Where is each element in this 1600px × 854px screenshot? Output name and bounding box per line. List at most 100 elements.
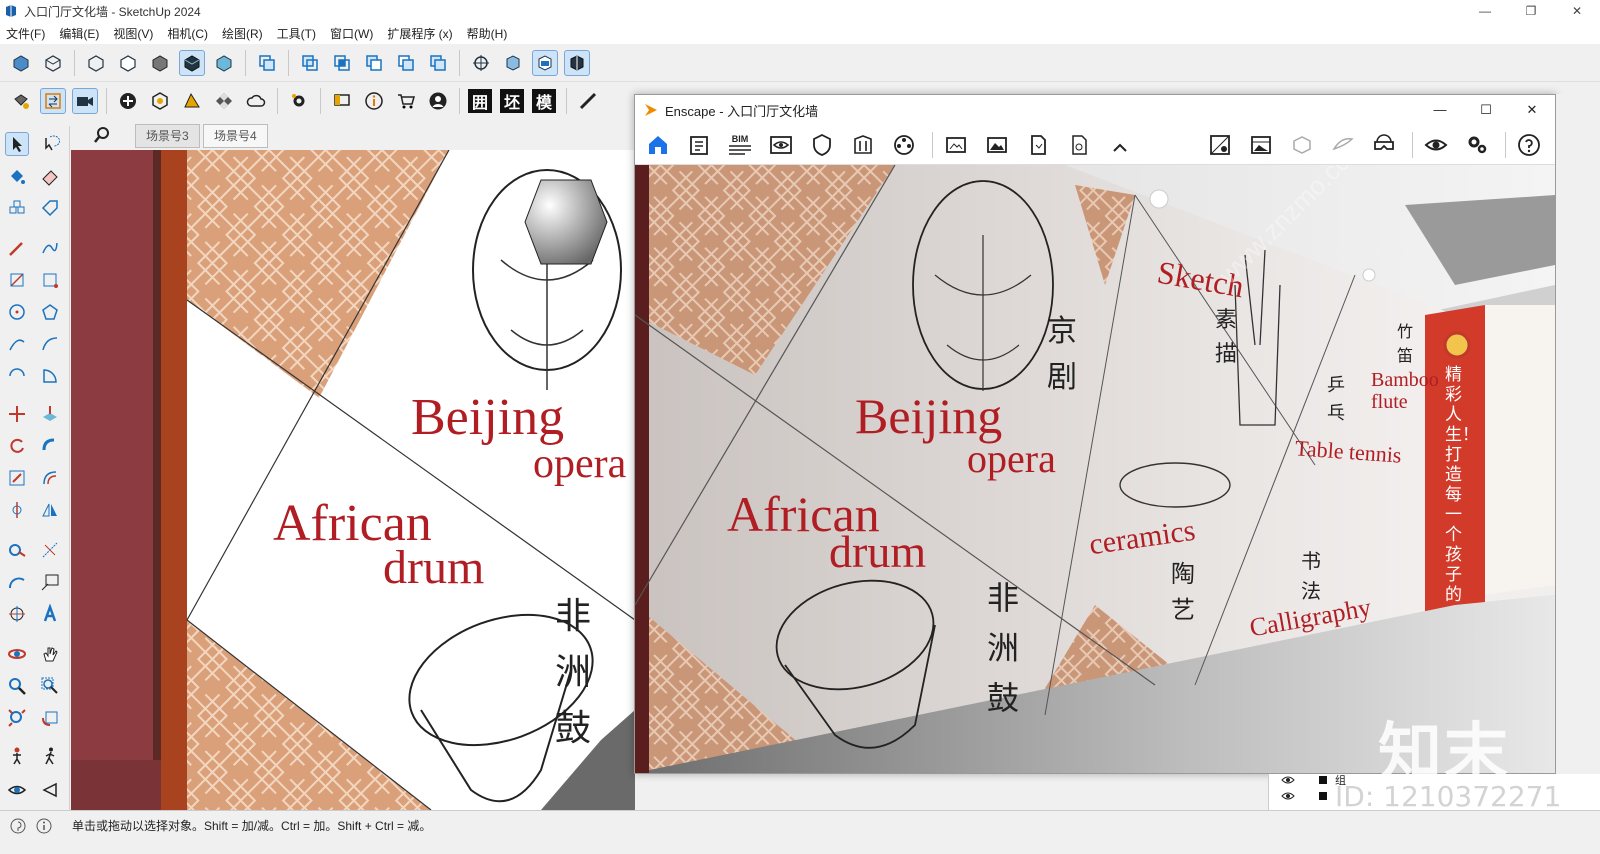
section-cut-button[interactable] [532, 49, 558, 76]
freehand-tool-button[interactable] [38, 236, 62, 260]
enscape-preview-button[interactable] [1421, 130, 1451, 160]
settings-button[interactable] [286, 88, 312, 114]
component-button[interactable] [147, 88, 173, 114]
section-plane-tool-button[interactable] [38, 778, 62, 802]
pan-tool-button[interactable] [38, 642, 62, 666]
paint-bucket-button[interactable] [8, 88, 34, 114]
component-tool-button[interactable] [5, 196, 29, 220]
scene-tab-4[interactable]: 场景号4 [203, 124, 268, 148]
enscape-settings-button[interactable] [1462, 130, 1492, 160]
orbit-tool-button[interactable] [5, 642, 29, 666]
swap-button[interactable] [40, 88, 66, 114]
menu-window[interactable]: 窗口(W) [330, 25, 373, 42]
position-camera-tool-button[interactable] [5, 744, 29, 768]
right-view-button[interactable] [115, 50, 141, 76]
tag-tool-button[interactable] [38, 196, 62, 220]
section-planes-button[interactable] [564, 49, 590, 76]
move-tool-button[interactable] [5, 402, 29, 426]
menu-view[interactable]: 视图(V) [113, 25, 153, 42]
enscape-views-button[interactable] [766, 130, 796, 160]
walk-tool-button[interactable] [38, 744, 62, 768]
enscape-wings-button[interactable] [1328, 130, 1358, 160]
menu-edit[interactable]: 编辑(E) [59, 25, 99, 42]
tape-measure-tool-button[interactable] [5, 538, 29, 562]
protractor-tool-button[interactable] [5, 570, 29, 594]
material-button[interactable] [179, 88, 205, 114]
close-button[interactable]: ✕ [1554, 0, 1600, 22]
enscape-screenshot-button[interactable] [941, 130, 971, 160]
section-fill-button[interactable] [500, 50, 526, 76]
enscape-materials-button[interactable] [848, 130, 878, 160]
push-pull-tool-button[interactable] [38, 402, 62, 426]
line-tool-button[interactable] [5, 236, 29, 260]
pie-tool-button[interactable] [38, 364, 62, 388]
lasso-tool-button[interactable] [38, 132, 62, 156]
two-point-arc-tool-button[interactable] [38, 332, 62, 356]
info-button[interactable] [361, 88, 387, 114]
trim-button[interactable] [393, 50, 419, 76]
previous-view-tool-button[interactable] [38, 706, 62, 730]
comment-button[interactable] [329, 88, 355, 114]
enscape-render-button[interactable] [982, 130, 1012, 160]
enscape-video-button[interactable] [889, 130, 919, 160]
enscape-minimize-button[interactable]: — [1417, 95, 1463, 125]
sketchup-viewport[interactable]: Beijing opera African drum 非 洲 鼓 [71, 150, 635, 810]
minimize-button[interactable]: — [1462, 0, 1508, 22]
flip-tool-button[interactable] [5, 498, 29, 522]
tag-color-swatch[interactable] [1319, 776, 1327, 784]
scene-tab-3[interactable]: 场景号3 [135, 124, 200, 148]
enscape-help-button[interactable] [1514, 130, 1544, 160]
tag-color-swatch[interactable] [1319, 792, 1327, 800]
visibility-eye-icon[interactable] [1281, 790, 1295, 802]
zoom-tool-button[interactable] [5, 674, 29, 698]
menu-camera[interactable]: 相机(C) [167, 25, 208, 42]
enscape-sky-button[interactable] [1246, 130, 1276, 160]
textured-view-button[interactable] [179, 49, 205, 76]
warehouse-button[interactable] [393, 88, 419, 114]
checker-button[interactable] [211, 88, 237, 114]
enscape-vr-button[interactable] [1369, 130, 1399, 160]
add-button[interactable] [115, 88, 141, 114]
three-point-arc-tool-button[interactable] [5, 364, 29, 388]
eraser-tool-button[interactable] [38, 164, 62, 188]
text-tool-button[interactable] [38, 570, 62, 594]
enscape-render-viewport[interactable]: Beijing opera 京 剧 African drum 非 洲 鼓 Ske… [635, 165, 1555, 773]
geo-location-icon[interactable] [10, 818, 26, 834]
circle-tool-button[interactable] [5, 300, 29, 324]
follow-me-tool-button[interactable] [38, 434, 62, 458]
rotate-tool-button[interactable] [5, 434, 29, 458]
split-button[interactable] [425, 50, 451, 76]
cloud-upload-button[interactable] [243, 88, 269, 114]
enscape-maximize-button[interactable]: ☐ [1463, 95, 1509, 125]
enscape-close-button[interactable]: ✕ [1509, 95, 1555, 125]
axes-tool-button[interactable] [5, 602, 29, 626]
zoom-window-tool-button[interactable] [38, 674, 62, 698]
plugin-button-1[interactable]: 囲 [468, 89, 492, 113]
enscape-visual-settings-button[interactable] [807, 130, 837, 160]
menu-draw[interactable]: 绘图(R) [222, 25, 263, 42]
search-icon[interactable] [93, 126, 111, 144]
scale-tool-button[interactable] [5, 466, 29, 490]
offset-tool-button[interactable] [38, 466, 62, 490]
3d-text-tool-button[interactable] [38, 602, 62, 626]
plugin-button-2[interactable]: 坯 [500, 89, 524, 113]
rectangle-tool-button[interactable] [5, 268, 29, 292]
enscape-box-button[interactable] [1287, 130, 1317, 160]
select-tool-button[interactable] [5, 132, 29, 156]
subtract-button[interactable] [361, 50, 387, 76]
intersect-button[interactable] [329, 50, 355, 76]
polygon-tool-button[interactable] [38, 300, 62, 324]
menu-file[interactable]: 文件(F) [6, 25, 45, 42]
enscape-asset-library-button[interactable] [684, 130, 714, 160]
look-around-tool-button[interactable] [5, 778, 29, 802]
section-display-button[interactable] [468, 50, 494, 76]
outer-shell-button[interactable] [297, 50, 323, 76]
monochrome-view-button[interactable] [211, 50, 237, 76]
menu-tools[interactable]: 工具(T) [277, 25, 316, 42]
account-button[interactable] [425, 88, 451, 114]
dimension-tool-button[interactable] [38, 538, 62, 562]
camera-button[interactable] [72, 88, 98, 114]
extension-tool-button[interactable] [575, 88, 601, 114]
arc-tool-button[interactable] [5, 332, 29, 356]
section-plane-button[interactable] [254, 50, 280, 76]
